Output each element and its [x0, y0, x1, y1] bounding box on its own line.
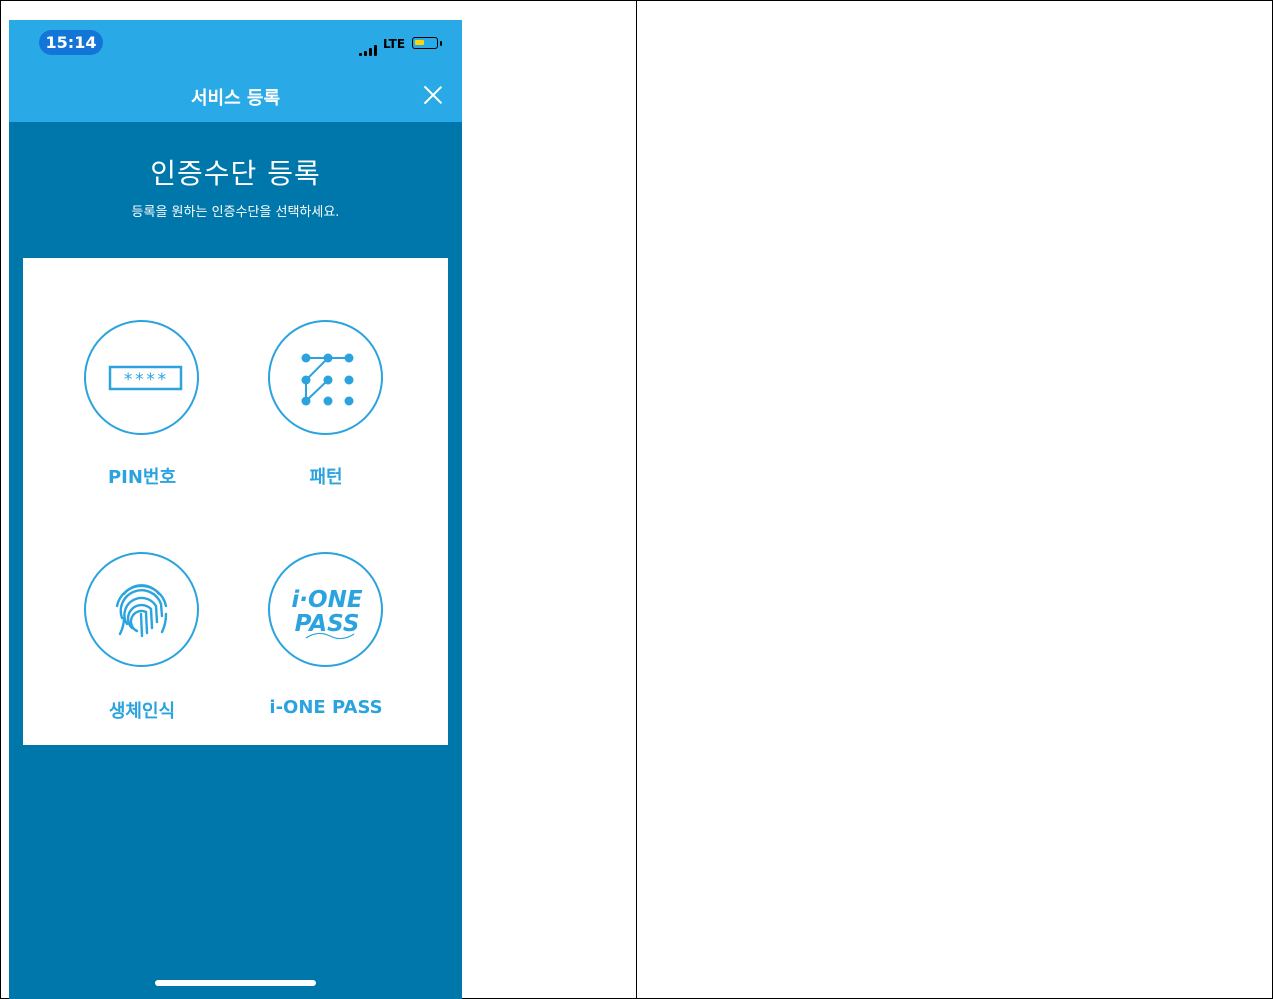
- battery-tip: [440, 41, 442, 46]
- page-subtitle: 등록을 원하는 인증수단을 선택하세요.: [131, 205, 340, 220]
- fingerprint-icon: [84, 552, 199, 667]
- network-type: LTE: [383, 37, 406, 51]
- i-one-pass-logo-text-top: i·ONE: [291, 587, 362, 613]
- option-biometric[interactable]: 생체인식: [48, 552, 238, 772]
- nav-title: 서비스 등록: [190, 88, 281, 109]
- pin-keypad-icon: ****: [84, 320, 199, 435]
- status-bar: 15:14 LTE: [9, 20, 462, 68]
- battery-level-fill: [415, 40, 424, 45]
- option-biometric-label: 생체인식: [108, 701, 176, 722]
- nav-bar: 서비스 등록: [9, 68, 462, 122]
- panel-divider: [636, 0, 637, 999]
- i-one-pass-logo-text-bottom: PASS: [295, 611, 360, 637]
- signal-icon: [359, 45, 381, 56]
- auth-method-card: **** PIN번호 패턴 생체인식 i·ONE PASS i-ONE PASS: [23, 258, 448, 745]
- option-pin-label: PIN번호: [107, 467, 177, 488]
- phone-screen: 15:14 LTE 서비스 등록 인증수단 등록 등록을 원하는 인증수단을 선…: [9, 20, 462, 999]
- option-pin[interactable]: **** PIN번호: [48, 320, 238, 540]
- option-pattern[interactable]: 패턴: [232, 320, 422, 540]
- option-i-one-pass[interactable]: i·ONE PASS i-ONE PASS: [232, 552, 422, 772]
- close-icon[interactable]: [423, 85, 443, 105]
- pin-icon-text: ****: [123, 370, 168, 390]
- option-i-one-pass-label: i-ONE PASS: [269, 697, 383, 718]
- status-time: 15:14: [39, 30, 103, 55]
- battery-icon: [412, 37, 438, 49]
- pattern-lock-icon: [268, 320, 383, 435]
- i-one-pass-logo-icon: i·ONE PASS: [268, 552, 383, 667]
- page-title: 인증수단 등록: [150, 157, 321, 190]
- option-pattern-label: 패턴: [309, 467, 343, 488]
- home-indicator[interactable]: [155, 980, 316, 986]
